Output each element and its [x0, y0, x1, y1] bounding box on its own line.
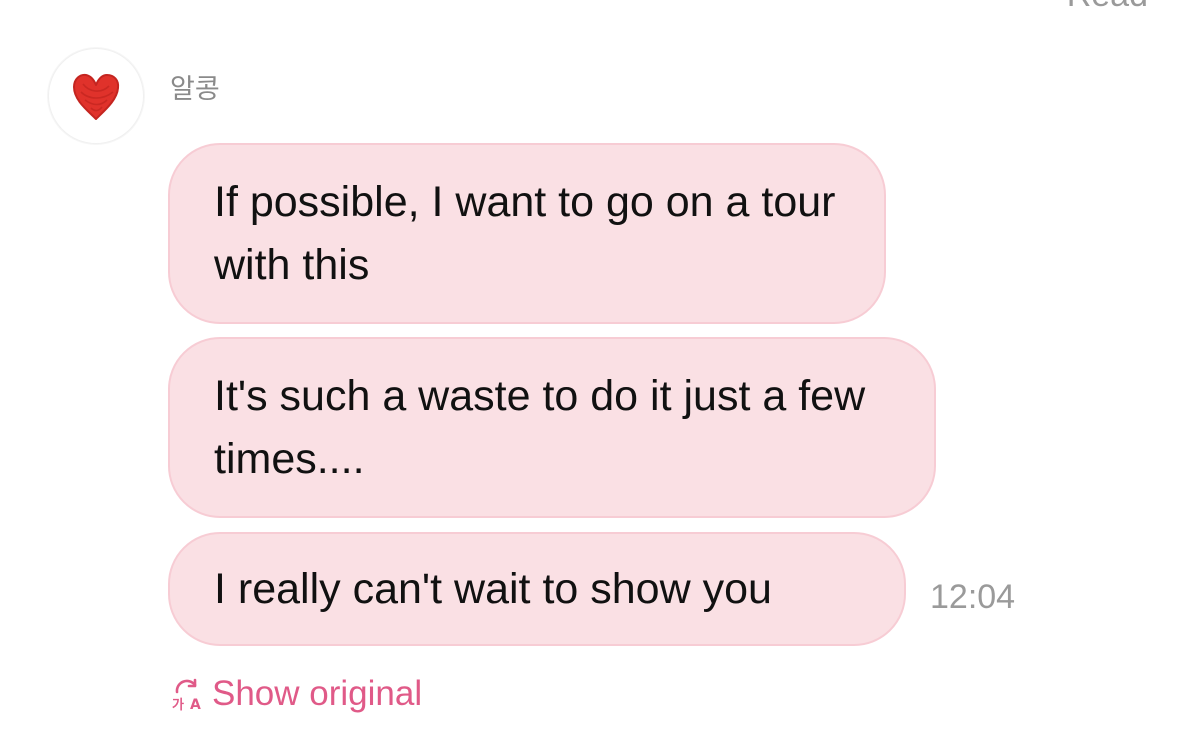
message-text: If possible, I want to go on a tour with…	[214, 177, 836, 289]
read-status: Read	[1067, 0, 1148, 12]
translate-icon: 가 A	[172, 678, 201, 711]
sender-name: 알콩	[170, 74, 220, 105]
avatar[interactable]	[48, 48, 144, 144]
message-text: I really can't wait to show you	[214, 564, 772, 613]
svg-text:가: 가	[172, 698, 184, 711]
message-bubble[interactable]: I really can't wait to show you	[168, 532, 906, 646]
show-original-label: Show original	[212, 674, 423, 713]
red-heart-icon	[73, 73, 120, 120]
message-timestamp: 12:04	[930, 578, 1016, 616]
message-text: It's such a waste to do it just a few ti…	[214, 371, 866, 483]
svg-text:A: A	[190, 697, 201, 711]
show-original-button[interactable]: 가 A Show original	[170, 676, 422, 711]
message-bubble[interactable]: If possible, I want to go on a tour with…	[168, 143, 886, 324]
message-bubble[interactable]: It's such a waste to do it just a few ti…	[168, 337, 936, 518]
